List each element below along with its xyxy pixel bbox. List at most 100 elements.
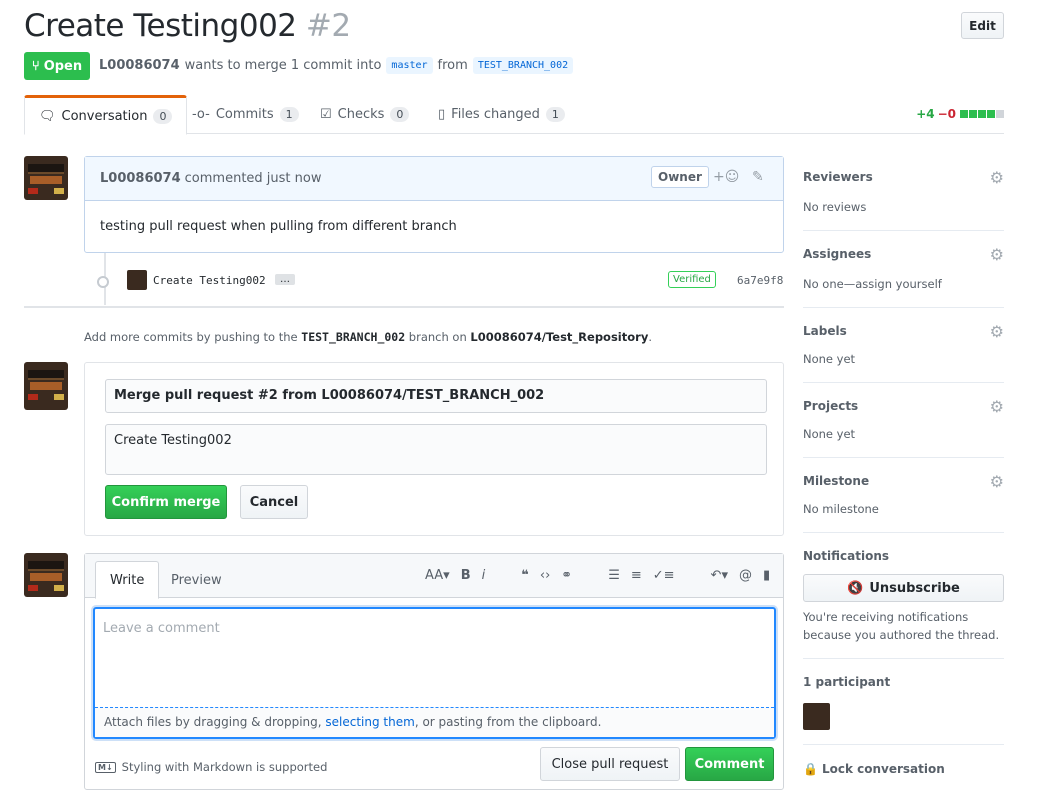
diffstat: +4 −0 (916, 107, 1004, 121)
sidebar-assignees: Assignees ⚙ No one—assign yourself (803, 231, 1004, 308)
push-note-prefix: Add more commits by pushing to the (84, 330, 298, 344)
tab-conversation[interactable]: 🗨 Conversation 0 (24, 95, 188, 135)
commit-sha[interactable]: 6a7e9f8 (737, 274, 783, 287)
tab-label: Checks (337, 107, 385, 122)
comment-time[interactable]: commented just now (185, 171, 322, 186)
push-note-repo: L00086074/Test_Repository (470, 330, 649, 344)
add-reaction-icon[interactable]: +☺ (713, 169, 739, 185)
tab-files-changed[interactable]: ▯ Files changed 1 (438, 95, 565, 134)
unsubscribe-label: Unsubscribe (869, 580, 960, 596)
push-note-branch: TEST_BRANCH_002 (301, 330, 406, 344)
markdown-note-text: Styling with Markdown is supported (121, 760, 328, 774)
editor-tabs: Write Preview AA▾ B i ❝ ‹› ⚭ ☰ ≡ ✓≡ ↶▾ @… (85, 554, 783, 599)
lock-conversation-link[interactable]: 🔒 Lock conversation (803, 762, 945, 776)
tab-label: Conversation (61, 108, 148, 124)
code-icon[interactable]: ‹› (540, 568, 550, 583)
comment-author[interactable]: L00086074 (100, 171, 181, 186)
diffstat-deletions: −0 (937, 107, 956, 121)
tab-count: 1 (545, 107, 565, 122)
new-comment-form: Write Preview AA▾ B i ❝ ‹› ⚭ ☰ ≡ ✓≡ ↶▾ @… (84, 553, 784, 790)
tab-commits[interactable]: -o- Commits 1 (192, 95, 299, 134)
pull-request-icon: ⑂ (31, 58, 40, 74)
markdown-icon: M↓ (95, 761, 116, 773)
edit-button[interactable]: Edit (961, 12, 1004, 39)
tab-checks[interactable]: ☑ Checks 0 (320, 95, 410, 134)
labels-value: None yet (803, 352, 856, 366)
gear-icon[interactable]: ⚙ (990, 397, 1004, 416)
pencil-icon[interactable]: ✎ (752, 169, 764, 185)
head-branch[interactable]: TEST_BRANCH_002 (472, 57, 574, 74)
task-list-icon[interactable]: ✓≡ (653, 568, 675, 583)
reviewers-value: No reviews (803, 200, 867, 214)
diffstat-additions: +4 (916, 107, 935, 121)
projects-value: None yet (803, 427, 856, 441)
merge-box: Merge pull request #2 from L00086074/TES… (84, 362, 784, 536)
gear-icon[interactable]: ⚙ (990, 245, 1004, 264)
commit-message[interactable]: Create Testing002 (153, 274, 266, 287)
push-note-suffix: . (648, 330, 652, 344)
diffstat-bar (959, 107, 1004, 121)
attach-suffix: , or pasting from the clipboard. (414, 715, 602, 729)
unsubscribe-button[interactable]: 🔇 Unsubscribe (803, 574, 1004, 602)
state-label: Open (43, 58, 83, 74)
gear-icon[interactable]: ⚙ (990, 322, 1004, 341)
meta-text: wants to merge 1 commit into (184, 58, 382, 73)
state-badge: ⑂ Open (24, 52, 90, 80)
checklist-icon: ☑ (320, 107, 332, 122)
tab-count: 0 (153, 108, 173, 124)
comment-placeholder: Leave a comment (103, 621, 220, 636)
select-files-link[interactable]: selecting them (325, 715, 414, 729)
ordered-list-icon[interactable]: ≡ (631, 568, 642, 583)
assignees-value[interactable]: No one—assign yourself (803, 277, 942, 291)
reply-icon[interactable]: ↶▾ (711, 568, 728, 583)
bold-icon[interactable]: B (461, 568, 471, 583)
commit-avatar[interactable] (127, 270, 147, 290)
confirm-merge-button[interactable]: Confirm merge (105, 485, 227, 519)
close-pull-request-button[interactable]: Close pull request (540, 747, 680, 781)
avatar[interactable] (24, 156, 68, 200)
participant-avatar[interactable] (803, 703, 830, 730)
author-link[interactable]: L00086074 (99, 58, 180, 73)
milestone-title: Milestone (803, 474, 870, 488)
gear-icon[interactable]: ⚙ (990, 168, 1004, 187)
avatar[interactable] (24, 362, 68, 410)
reviewers-title: Reviewers (803, 170, 873, 184)
git-commit-icon: -o- (192, 107, 210, 122)
participants-count: 1 participant (803, 675, 891, 689)
markdown-note[interactable]: M↓ Styling with Markdown is supported (95, 760, 327, 774)
commit-expand-button[interactable]: … (275, 274, 295, 285)
link-icon[interactable]: ⚭ (561, 568, 572, 583)
pr-number: #2 (305, 8, 351, 44)
avatar[interactable] (24, 553, 68, 597)
mention-icon[interactable]: @ (739, 568, 752, 583)
pr-meta: L00086074 wants to merge 1 commit into m… (99, 57, 574, 74)
base-branch[interactable]: master (386, 57, 433, 74)
comment-textarea[interactable]: Leave a comment Attach files by dragging… (93, 607, 776, 739)
attach-files-area[interactable]: Attach files by dragging & dropping, sel… (95, 707, 774, 737)
tab-label: Commits (215, 107, 274, 122)
gear-icon[interactable]: ⚙ (990, 472, 1004, 491)
notifications-reason: You're receiving notifications because y… (803, 610, 1000, 642)
tab-preview[interactable]: Preview (157, 561, 236, 599)
merge-message-input[interactable]: Create Testing002 (105, 424, 767, 475)
assignees-title: Assignees (803, 247, 872, 261)
italic-icon[interactable]: i (482, 568, 486, 583)
pr-title-text: Create Testing002 (24, 8, 297, 44)
tab-count: 1 (279, 107, 299, 122)
tab-label: Files changed (451, 107, 540, 122)
pr-tabs: 🗨 Conversation 0 -o- Commits 1 ☑ Checks … (24, 95, 1004, 135)
sidebar-participants: 1 participant (803, 659, 1004, 745)
push-note: Add more commits by pushing to the TEST_… (84, 330, 652, 344)
quote-icon[interactable]: ❝ (521, 568, 529, 583)
sidebar-milestone: Milestone ⚙ No milestone (803, 458, 1004, 533)
bookmark-icon[interactable]: ▮ (763, 568, 770, 583)
cancel-button[interactable]: Cancel (240, 485, 308, 519)
comment-button[interactable]: Comment (685, 747, 774, 781)
unordered-list-icon[interactable]: ☰ (608, 568, 620, 583)
merge-title-input[interactable]: Merge pull request #2 from L00086074/TES… (105, 379, 767, 413)
milestone-value: No milestone (803, 502, 879, 516)
pr-title: Create Testing002 #2 (24, 8, 351, 44)
tab-write[interactable]: Write (95, 561, 160, 599)
verified-badge[interactable]: Verified (668, 271, 716, 288)
text-size-icon[interactable]: AA▾ (425, 568, 450, 583)
